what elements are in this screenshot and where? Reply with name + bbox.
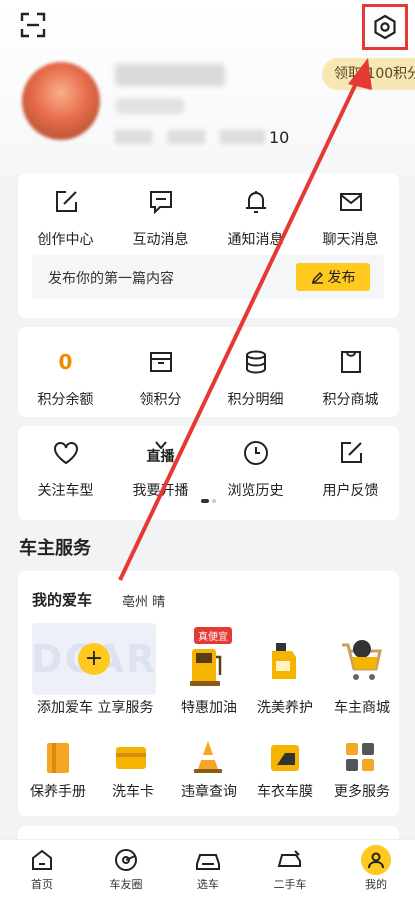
discount-badge: 真便宜 xyxy=(194,627,232,644)
followed-models-label: 关注车型 xyxy=(37,483,94,499)
fuel-pump-icon[interactable] xyxy=(186,643,226,687)
owner-mall-label: 车主商城 xyxy=(334,700,390,716)
followed-models-item[interactable]: 关注车型 xyxy=(18,438,113,500)
interaction-messages-label: 互动消息 xyxy=(132,232,189,248)
live-icon-text: 直播 xyxy=(146,449,175,465)
points-mall-item[interactable]: 积分商城 xyxy=(303,347,398,409)
car-film-icon[interactable] xyxy=(268,741,308,775)
nav-community-label: 车友圈 xyxy=(109,878,143,891)
shopping-cart-icon[interactable] xyxy=(338,637,382,681)
points-balance-item[interactable]: 0 积分余额 xyxy=(18,347,113,409)
pencil-icon xyxy=(311,271,323,284)
live-tv-icon: 直播 xyxy=(146,438,176,468)
used-car-icon xyxy=(250,846,330,874)
car-care-label: 洗美养护 xyxy=(257,700,313,716)
tools-card: 关注车型 直播 我要开播 浏览历史 用户反馈 xyxy=(18,426,399,520)
nav-community[interactable]: 车友圈 xyxy=(86,846,166,892)
violation-query-label: 违章查询 xyxy=(181,784,237,800)
chat-messages-label: 聊天消息 xyxy=(322,232,379,248)
user-stats-blurred xyxy=(115,130,265,144)
owner-services-title: 车主服务 xyxy=(19,538,91,559)
points-detail-item[interactable]: 积分明细 xyxy=(208,347,303,409)
publish-button-label: 发布 xyxy=(327,270,356,286)
traffic-cone-icon[interactable] xyxy=(191,739,231,775)
creator-card: 创作中心 互动消息 通知消息 聊天消息 发布你的第一篇内容 发布 xyxy=(18,173,399,318)
weather-location: 亳州 晴 xyxy=(122,595,166,610)
fuel-discount-label: 特惠加油 xyxy=(181,700,237,716)
notification-messages-label: 通知消息 xyxy=(227,232,284,248)
nav-mine-icon-wrap xyxy=(336,845,415,875)
profile-icon xyxy=(361,845,391,875)
points-card: 0 积分余额 领积分 积分明细 积分商城 xyxy=(18,327,399,417)
add-car-label: 添加爱车 立享服务 xyxy=(37,700,154,716)
points-balance-value: 0 xyxy=(58,350,73,374)
creator-center-item[interactable]: 创作中心 xyxy=(18,187,113,249)
publish-button[interactable]: 发布 xyxy=(296,263,370,291)
points-mall-label: 积分商城 xyxy=(322,392,379,408)
maintenance-manual-label: 保养手册 xyxy=(30,784,86,800)
clock-icon xyxy=(241,438,271,468)
nav-home-label: 首页 xyxy=(31,878,53,891)
wash-card-label: 洗车卡 xyxy=(112,784,154,800)
notification-messages-item[interactable]: 通知消息 xyxy=(208,187,303,249)
nav-mine[interactable]: 我的 xyxy=(336,845,415,892)
claim-points-pill[interactable]: 领取 100积分 xyxy=(322,58,415,90)
chat-messages-item[interactable]: 聊天消息 xyxy=(303,187,398,249)
stats-value: 10 xyxy=(269,128,290,147)
page-indicator xyxy=(201,499,216,503)
heart-icon xyxy=(51,438,81,468)
shopping-bag-icon xyxy=(336,347,366,377)
nav-home[interactable]: 首页 xyxy=(2,846,82,892)
go-live-label: 我要开播 xyxy=(132,483,189,499)
publish-bar: 发布你的第一篇内容 发布 xyxy=(32,255,384,299)
username-blurred[interactable] xyxy=(115,64,225,86)
bottom-nav: 首页 车友圈 选车 二手车 我的 xyxy=(0,839,415,899)
box-icon xyxy=(146,347,176,377)
oil-can-icon[interactable] xyxy=(264,639,304,683)
add-car-button[interactable]: DCAR + xyxy=(31,623,156,695)
points-detail-label: 积分明细 xyxy=(227,392,284,408)
grid-icon[interactable] xyxy=(344,741,384,775)
interaction-messages-item[interactable]: 互动消息 xyxy=(113,187,208,249)
car-film-label: 车衣车膜 xyxy=(257,784,313,800)
bell-icon xyxy=(241,187,271,217)
feedback-icon xyxy=(336,438,366,468)
user-feedback-item[interactable]: 用户反馈 xyxy=(303,438,398,500)
browse-history-label: 浏览历史 xyxy=(227,483,284,499)
avatar[interactable] xyxy=(22,62,100,140)
nav-used-car-label: 二手车 xyxy=(273,878,307,891)
settings-icon xyxy=(374,14,396,40)
nav-choose-car-label: 选车 xyxy=(197,878,219,891)
claim-points-label: 领积分 xyxy=(139,392,182,408)
publish-prompt: 发布你的第一篇内容 xyxy=(48,271,174,287)
plus-icon: + xyxy=(78,643,110,675)
browse-history-item[interactable]: 浏览历史 xyxy=(208,438,303,500)
settings-button[interactable] xyxy=(362,4,408,50)
more-services-label: 更多服务 xyxy=(334,784,390,800)
nav-mine-label: 我的 xyxy=(365,878,387,891)
circle-icon xyxy=(86,846,166,874)
user-feedback-label: 用户反馈 xyxy=(322,483,379,499)
edit-icon xyxy=(51,187,81,217)
card-icon[interactable] xyxy=(114,743,154,775)
mail-icon xyxy=(336,187,366,217)
creator-center-label: 创作中心 xyxy=(37,232,94,248)
comment-icon xyxy=(146,187,176,217)
claim-points-item[interactable]: 领积分 xyxy=(113,347,208,409)
scan-icon[interactable] xyxy=(20,12,46,38)
car-icon xyxy=(168,846,248,874)
nav-used-car[interactable]: 二手车 xyxy=(250,846,330,892)
manual-icon[interactable] xyxy=(44,741,84,775)
my-car-title: 我的爱车 xyxy=(32,591,93,609)
database-icon xyxy=(241,347,271,377)
points-balance-label: 积分余额 xyxy=(37,392,94,408)
user-level-blurred xyxy=(115,98,185,114)
nav-choose-car[interactable]: 选车 xyxy=(168,846,248,892)
my-car-card: 我的爱车 亳州 晴 DCAR + 添加爱车 立享服务 真便宜 特惠加油 洗美养护… xyxy=(18,571,399,816)
home-icon xyxy=(2,846,82,874)
go-live-item[interactable]: 直播 我要开播 xyxy=(113,438,208,500)
